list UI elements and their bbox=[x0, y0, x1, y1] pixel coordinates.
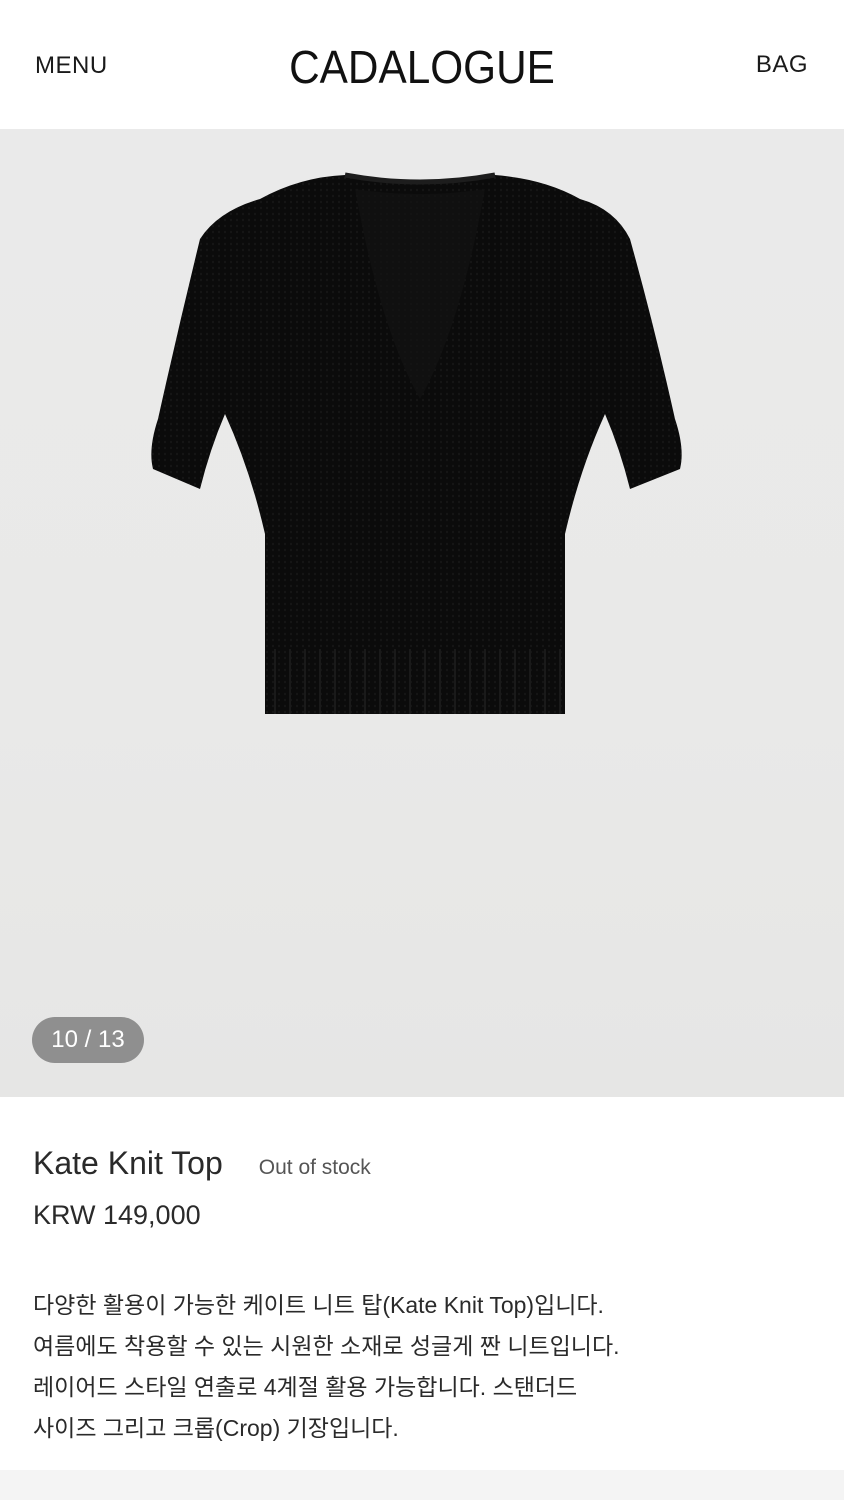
product-info: Kate Knit Top Out of stock KRW 149,000 다… bbox=[0, 1145, 844, 1449]
product-image bbox=[151, 172, 682, 714]
description-line: 여름에도 착용할 수 있는 시원한 소재로 성글게 짠 니트입니다. bbox=[33, 1333, 620, 1359]
description-line: 레이어드 스타일 연출로 4계절 활용 가능합니다. 스탠더드 bbox=[33, 1374, 578, 1400]
stock-status: Out of stock bbox=[258, 1156, 371, 1179]
product-description: 다양한 활용이 가능한 케이트 니트 탑(Kate Knit Top)입니다. … bbox=[33, 1285, 811, 1449]
description-line: 다양한 활용이 가능한 케이트 니트 탑(Kate Knit Top)입니다. bbox=[33, 1292, 604, 1318]
bag-button[interactable]: BAG bbox=[756, 51, 808, 79]
image-counter: 10 / 13 bbox=[32, 1017, 144, 1063]
product-image-gallery[interactable]: 10 / 13 bbox=[0, 129, 844, 1097]
title-row: Kate Knit Top Out of stock bbox=[33, 1145, 811, 1182]
top-header: MENU CADALOGUE BAG bbox=[0, 0, 844, 129]
brand-logo[interactable]: CADALOGUE bbox=[34, 40, 810, 94]
product-title: Kate Knit Top bbox=[33, 1145, 223, 1181]
product-price: KRW 149,000 bbox=[33, 1200, 201, 1230]
description-line: 사이즈 그리고 크롭(Crop) 기장입니다. bbox=[33, 1415, 399, 1441]
footer-divider bbox=[0, 1470, 844, 1500]
